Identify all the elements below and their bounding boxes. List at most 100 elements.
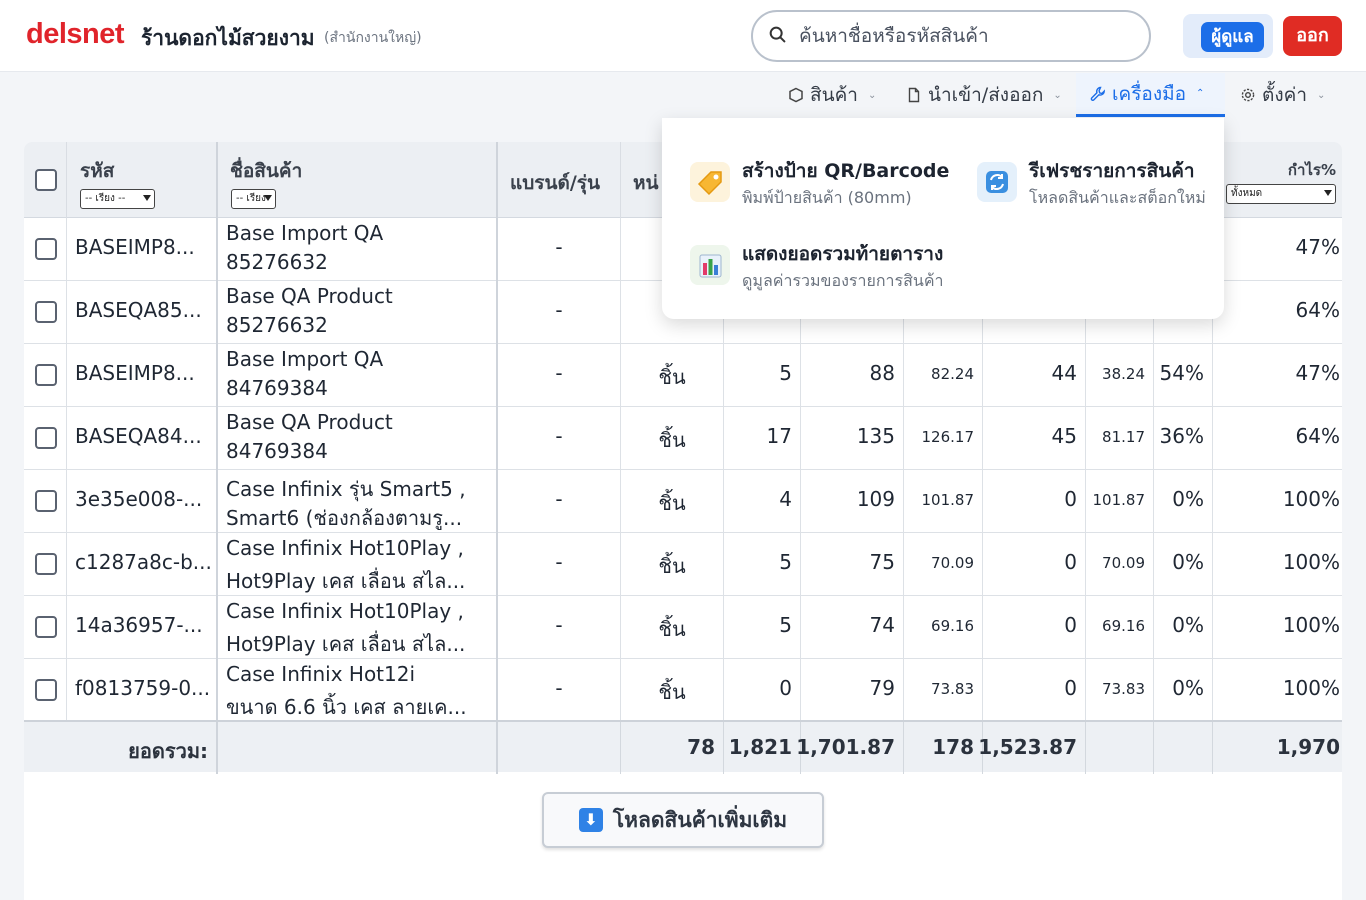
qty-value: 5: [779, 361, 792, 385]
menu-item-subtitle: ดูมูลค่ารวมของรายการสินค้า: [742, 271, 944, 290]
footer-empty-brand: [498, 722, 621, 774]
nav-settings-label: ตั้งค่า: [1262, 84, 1307, 106]
row-select-cell: [24, 596, 67, 659]
unit-value: ชิ้น: [658, 365, 686, 389]
menu-item-title: สร้างป้าย QR/Barcode: [742, 160, 950, 182]
footer-label-cell: ยอดรวม:: [24, 722, 218, 774]
unit-cell: ชิ้น: [621, 407, 724, 470]
profit-pct-value: 100%: [1282, 676, 1340, 700]
footer-total-3: 1,701.87: [796, 722, 904, 774]
product-name-line: Case Infinix Hot12i: [226, 662, 416, 686]
row-checkbox[interactable]: [35, 301, 57, 323]
header-select-cell: [24, 142, 67, 218]
price-value: 79: [869, 676, 895, 700]
product-name-line: Case Infinix Hot10Play ,: [226, 599, 464, 623]
menu-item-show-totals[interactable]: แสดงยอดรวมท้ายตาราง ดูมูลค่ารวมของรายการ…: [690, 239, 990, 295]
price-ex-vat-cell: 126.17: [904, 407, 983, 470]
row-select-cell: [24, 281, 67, 344]
brand-value: -: [555, 487, 563, 511]
name-cell: Case Infinix Hot10Play , Hot9Play เคส เลื…: [218, 596, 498, 659]
unit-cell: ชิ้น: [621, 344, 724, 407]
footer-value: 178: [932, 735, 974, 759]
price-ex-vat-cell: 82.24: [904, 344, 983, 407]
menu-item-title: รีเฟรชรายการสินค้า: [1029, 160, 1195, 182]
table-row[interactable]: c1287a8c-b... Case Infinix Hot10Play , Hot…: [24, 533, 1342, 596]
row-checkbox[interactable]: [35, 616, 57, 638]
nav-settings[interactable]: ตั้งค่า ⌄: [1240, 73, 1325, 117]
table-row[interactable]: 3e35e008-... Case Infinix รุ่น Smart5 , Sm…: [24, 470, 1342, 533]
brand-cell: -: [498, 470, 621, 533]
logout-button[interactable]: ออก: [1283, 16, 1342, 56]
row-checkbox[interactable]: [35, 364, 57, 386]
product-name-line: ขนาด 6.6 นิ้ว เคส ลายเค...: [226, 695, 467, 719]
code-value: f0813759-0...: [75, 676, 211, 700]
nav-tools[interactable]: เครื่องมือ ⌃: [1076, 73, 1225, 117]
brand-value: -: [555, 676, 563, 700]
search-input[interactable]: [799, 22, 1139, 50]
name-sort-select[interactable]: -- เรียง: [231, 189, 276, 209]
load-more-button[interactable]: ⬇ โหลดสินค้าเพิ่มเติม: [542, 792, 824, 848]
row-checkbox[interactable]: [35, 490, 57, 512]
qty-value: 5: [779, 613, 792, 637]
select-all-checkbox[interactable]: [35, 169, 57, 191]
admin-container: ผู้ดูแล: [1183, 14, 1273, 58]
margin-value: 81.17: [1102, 428, 1145, 446]
code-value: 14a36957-...: [75, 613, 203, 637]
profit-filter-select[interactable]: ทั้งหมด: [1226, 184, 1336, 204]
unit-cell: ชิ้น: [621, 470, 724, 533]
logo[interactable]: delsnet: [26, 18, 125, 51]
profit-pct-value: 100%: [1282, 550, 1340, 574]
code-cell: BASEIMP8...: [67, 218, 218, 281]
profit-pct-value: 64%: [1295, 424, 1340, 448]
table-row[interactable]: BASEQA84... Base QA Product 84769384 - ชิ้น 1…: [24, 407, 1342, 470]
chevron-down-icon: [1324, 190, 1332, 196]
margin-value: 38.24: [1102, 365, 1145, 383]
table-row[interactable]: f0813759-0... Case Infinix Hot12i ขนาด 6.6…: [24, 659, 1342, 722]
margin-cell: 81.17: [1086, 407, 1154, 470]
document-icon: [908, 87, 920, 103]
code-value: BASEIMP8...: [75, 235, 195, 259]
row-checkbox[interactable]: [35, 427, 57, 449]
row-checkbox[interactable]: [35, 238, 57, 260]
chevron-down-icon: ⌄: [1317, 89, 1326, 101]
shop-name: ร้านดอกไม้สวยงาม: [141, 26, 315, 50]
nav-import-export[interactable]: นำเข้า/ส่งออก ⌄: [906, 73, 1062, 117]
margin-cell: 69.16: [1086, 596, 1154, 659]
qty-value: 0: [779, 676, 792, 700]
margin-pct-value: 54%: [1159, 361, 1204, 385]
table-row[interactable]: 14a36957-... Case Infinix Hot10Play , Hot9…: [24, 596, 1342, 659]
footer-value: 1,821: [728, 735, 792, 759]
margin-pct-value: 36%: [1159, 424, 1204, 448]
brand-value: -: [555, 235, 563, 259]
price-ex-vat-value: 70.09: [931, 554, 974, 572]
price-ex-vat-cell: 101.87: [904, 470, 983, 533]
brand-cell: -: [498, 281, 621, 344]
nav-products[interactable]: สินค้า ⌄: [788, 73, 876, 117]
table-row[interactable]: BASEIMP8... Base Import QA 84769384 - ชิ้น 5 8…: [24, 344, 1342, 407]
margin-pct-cell: 0%: [1154, 533, 1213, 596]
price-value: 88: [869, 361, 895, 385]
profit-pct-cell: 64%: [1213, 281, 1342, 344]
footer-value: 1,970: [1276, 735, 1340, 759]
chevron-down-icon: ⌄: [867, 89, 877, 101]
margin-cell: 101.87: [1086, 470, 1154, 533]
margin-cell: 73.83: [1086, 659, 1154, 722]
brand-value: -: [555, 550, 563, 574]
menu-item-create-label[interactable]: สร้างป้าย QR/Barcode พิมพ์ป้ายสินค้า (80…: [690, 156, 950, 212]
code-sort-select[interactable]: -- เรียง --: [80, 189, 155, 209]
footer-total-1: 78: [621, 722, 724, 774]
profit-pct-value: 100%: [1282, 487, 1340, 511]
margin-pct-cell: 54%: [1154, 344, 1213, 407]
search-box[interactable]: [751, 10, 1151, 62]
row-checkbox[interactable]: [35, 553, 57, 575]
code-value: 3e35e008-...: [75, 487, 203, 511]
margin-pct-value: 0%: [1172, 613, 1204, 637]
qty-cell: 0: [724, 659, 801, 722]
footer-total-4: 178: [904, 722, 983, 774]
admin-button[interactable]: ผู้ดูแล: [1201, 22, 1264, 52]
menu-item-refresh-products[interactable]: รีเฟรชรายการสินค้า โหลดสินค้าและสต็อกใหม…: [977, 156, 1217, 212]
tag-icon: [690, 162, 730, 202]
row-checkbox[interactable]: [35, 679, 57, 701]
profit-pct-value: 64%: [1295, 298, 1340, 322]
brand-value: -: [555, 613, 563, 637]
